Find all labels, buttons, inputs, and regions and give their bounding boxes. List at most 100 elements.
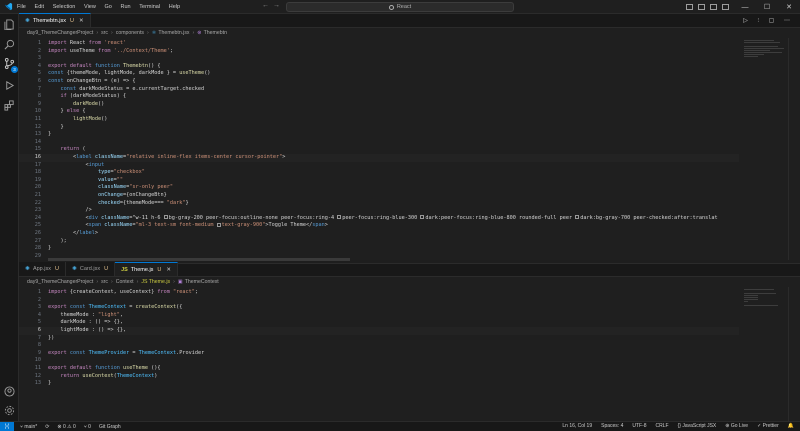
menu-selection[interactable]: Selection [53,4,76,10]
code-line[interactable]: 20 className="sr-only peer" [19,184,739,192]
code-text[interactable]: <input [48,162,104,170]
close-window-button[interactable]: ✕ [778,3,800,11]
breadcrumb-item[interactable]: day9_ThemeChangerProject [27,30,93,36]
search-view-icon[interactable] [4,39,15,50]
notifications-bell-icon[interactable]: 🔔 [788,423,794,429]
remote-indicator-icon[interactable]: ⟩⟨ [0,421,14,431]
breadcrumb-item[interactable]: Context [116,279,134,285]
language-mode[interactable]: {} JavaScript JSX [678,423,717,429]
code-text[interactable]: const darkModeStatus = e.currentTarget.c… [48,86,205,94]
git-graph-button[interactable]: Git Graph [99,424,121,430]
code-line[interactable]: 8 if (darkModeStatus) { [19,93,739,101]
code-text[interactable]: } [48,245,51,253]
encoding[interactable]: UTF-8 [632,423,646,429]
code-editor-bottom[interactable]: 1 import {createContext, useContext} from… [19,287,800,421]
editor-actions[interactable]: ▷ ⫶ ▢ ⋯ [743,17,794,25]
close-tab-icon[interactable]: ✕ [79,18,84,24]
code-text[interactable]: <div className="w-11 h-6 bg-gray-200 pee… [48,215,717,223]
code-line[interactable]: 27 ); [19,238,739,246]
code-line[interactable]: 2 [19,297,739,305]
code-text[interactable]: export default function Themebtn() { [48,63,161,71]
code-line[interactable]: 22 checked={themeMode=== "dark"} [19,200,739,208]
code-text[interactable]: darkMode : () => {}, [48,319,122,327]
code-line[interactable]: 13} [19,131,739,139]
menu-run[interactable]: Run [121,4,131,10]
code-line[interactable]: 23 /> [19,207,739,215]
code-line[interactable]: 25 <span className="ml-3 text-sm font-me… [19,222,739,230]
vertical-scrollbar-bottom[interactable] [788,287,800,421]
code-line[interactable]: 11 export default function useTheme (){ [19,365,739,373]
code-line[interactable]: 3 export const ThemeContext = createConte… [19,304,739,312]
menu-go[interactable]: Go [105,4,112,10]
command-center-search[interactable]: React [286,2,514,12]
extensions-icon[interactable] [4,100,15,111]
maximize-button[interactable]: ☐ [756,3,778,11]
code-text[interactable]: export default function useTheme (){ [48,365,161,373]
code-line[interactable]: 2 import useTheme from '../Context/Theme'… [19,48,739,56]
code-text[interactable]: return useContext(ThemeContext) [48,373,158,381]
vertical-scrollbar-top[interactable] [788,38,800,260]
code-line[interactable]: 6 const onChangeBtn = (e) => { [19,78,739,86]
code-text[interactable]: <span className="ml-3 text-sm font-mediu… [48,222,327,230]
code-text[interactable]: darkMode() [48,101,104,109]
code-line[interactable]: 4 themeMode : "light", [19,312,739,320]
code-line[interactable]: 11 lightMode() [19,116,739,124]
cursor-position[interactable]: Ln 16, Col 19 [562,423,592,429]
menu-view[interactable]: View [84,4,96,10]
sync-icon[interactable]: ⟳ [45,424,49,430]
code-line[interactable]: 5 darkMode : () => {}, [19,319,739,327]
code-text[interactable]: } [48,131,51,139]
code-line[interactable]: 10 } else { [19,108,739,116]
code-text[interactable]: } else { [48,108,85,116]
code-line[interactable]: 7}) [19,335,739,343]
code-text[interactable]: value="" [48,177,123,185]
code-text[interactable]: import React from 'react' [48,40,126,48]
breadcrumb-item[interactable]: components [116,30,144,36]
end-of-line[interactable]: CRLF [656,423,669,429]
tab-themebtn-jsx[interactable]: ⚛ Themebtn.jsx U ✕ [19,13,91,27]
back-arrow-icon[interactable]: ← [262,2,273,9]
menu-help[interactable]: Help [169,4,180,10]
code-text[interactable]: import useTheme from '../Context/Theme'; [48,48,173,56]
close-tab-icon[interactable]: ✕ [166,267,171,273]
code-line[interactable]: 14 [19,139,739,147]
code-line[interactable]: 16 <label className="relative inline-fle… [19,154,739,162]
code-line[interactable]: 9 darkMode() [19,101,739,109]
breadcrumb-item[interactable]: src [101,30,108,36]
code-line[interactable]: 13} [19,380,739,388]
ports-indicator[interactable]: ⑂ 0 [84,424,91,430]
code-line[interactable]: 12 } [19,124,739,132]
code-text[interactable]: className="sr-only peer" [48,184,173,192]
breadcrumb-item[interactable]: ThemeContext [185,279,219,285]
go-live-button[interactable]: ⊕ Go Live [725,423,748,429]
minimap-bottom[interactable] [744,289,788,307]
settings-gear-icon[interactable] [4,405,15,416]
code-text[interactable]: </label> [48,230,98,238]
customize-layout-icon[interactable] [722,4,729,10]
code-line[interactable]: 26 </label> [19,230,739,238]
menu-terminal[interactable]: Terminal [139,4,160,10]
code-line[interactable]: 28} [19,245,739,253]
breadcrumb-item[interactable]: day9_ThemeChangerProject [27,279,93,285]
code-line[interactable]: 21 onChange={onChangeBtn} [19,192,739,200]
code-text[interactable]: type="checkbox" [48,169,145,177]
toggle-panel-icon[interactable] [698,4,705,10]
code-line[interactable]: 18 type="checkbox" [19,169,739,177]
code-line[interactable]: 15 return ( [19,146,739,154]
branch-indicator[interactable]: ⑂ main* [20,424,37,430]
code-line[interactable]: 1 import {createContext, useContext} from… [19,289,739,297]
code-text[interactable]: onChange={onChangeBtn} [48,192,167,200]
minimap-top[interactable] [744,40,788,58]
code-text[interactable]: /> [48,207,91,215]
code-editor-top[interactable]: 1 import React from 'react' 2 import useThe… [19,38,800,260]
breadcrumb-item[interactable]: JS Theme.js [141,279,170,285]
code-line[interactable]: 9 export const ThemeProvider = ThemeConte… [19,350,739,358]
code-text[interactable]: } [48,124,63,132]
toggle-secondary-sidebar-icon[interactable] [710,4,717,10]
run-debug-icon[interactable] [4,80,15,91]
code-text[interactable]: lightMode : () => {}, [48,327,126,335]
code-text[interactable]: }) [48,335,54,343]
code-text[interactable]: import {createContext, useContext} from … [48,289,198,297]
code-text[interactable]: export const ThemeProvider = ThemeContex… [48,350,204,358]
code-line[interactable]: 10 [19,357,739,365]
